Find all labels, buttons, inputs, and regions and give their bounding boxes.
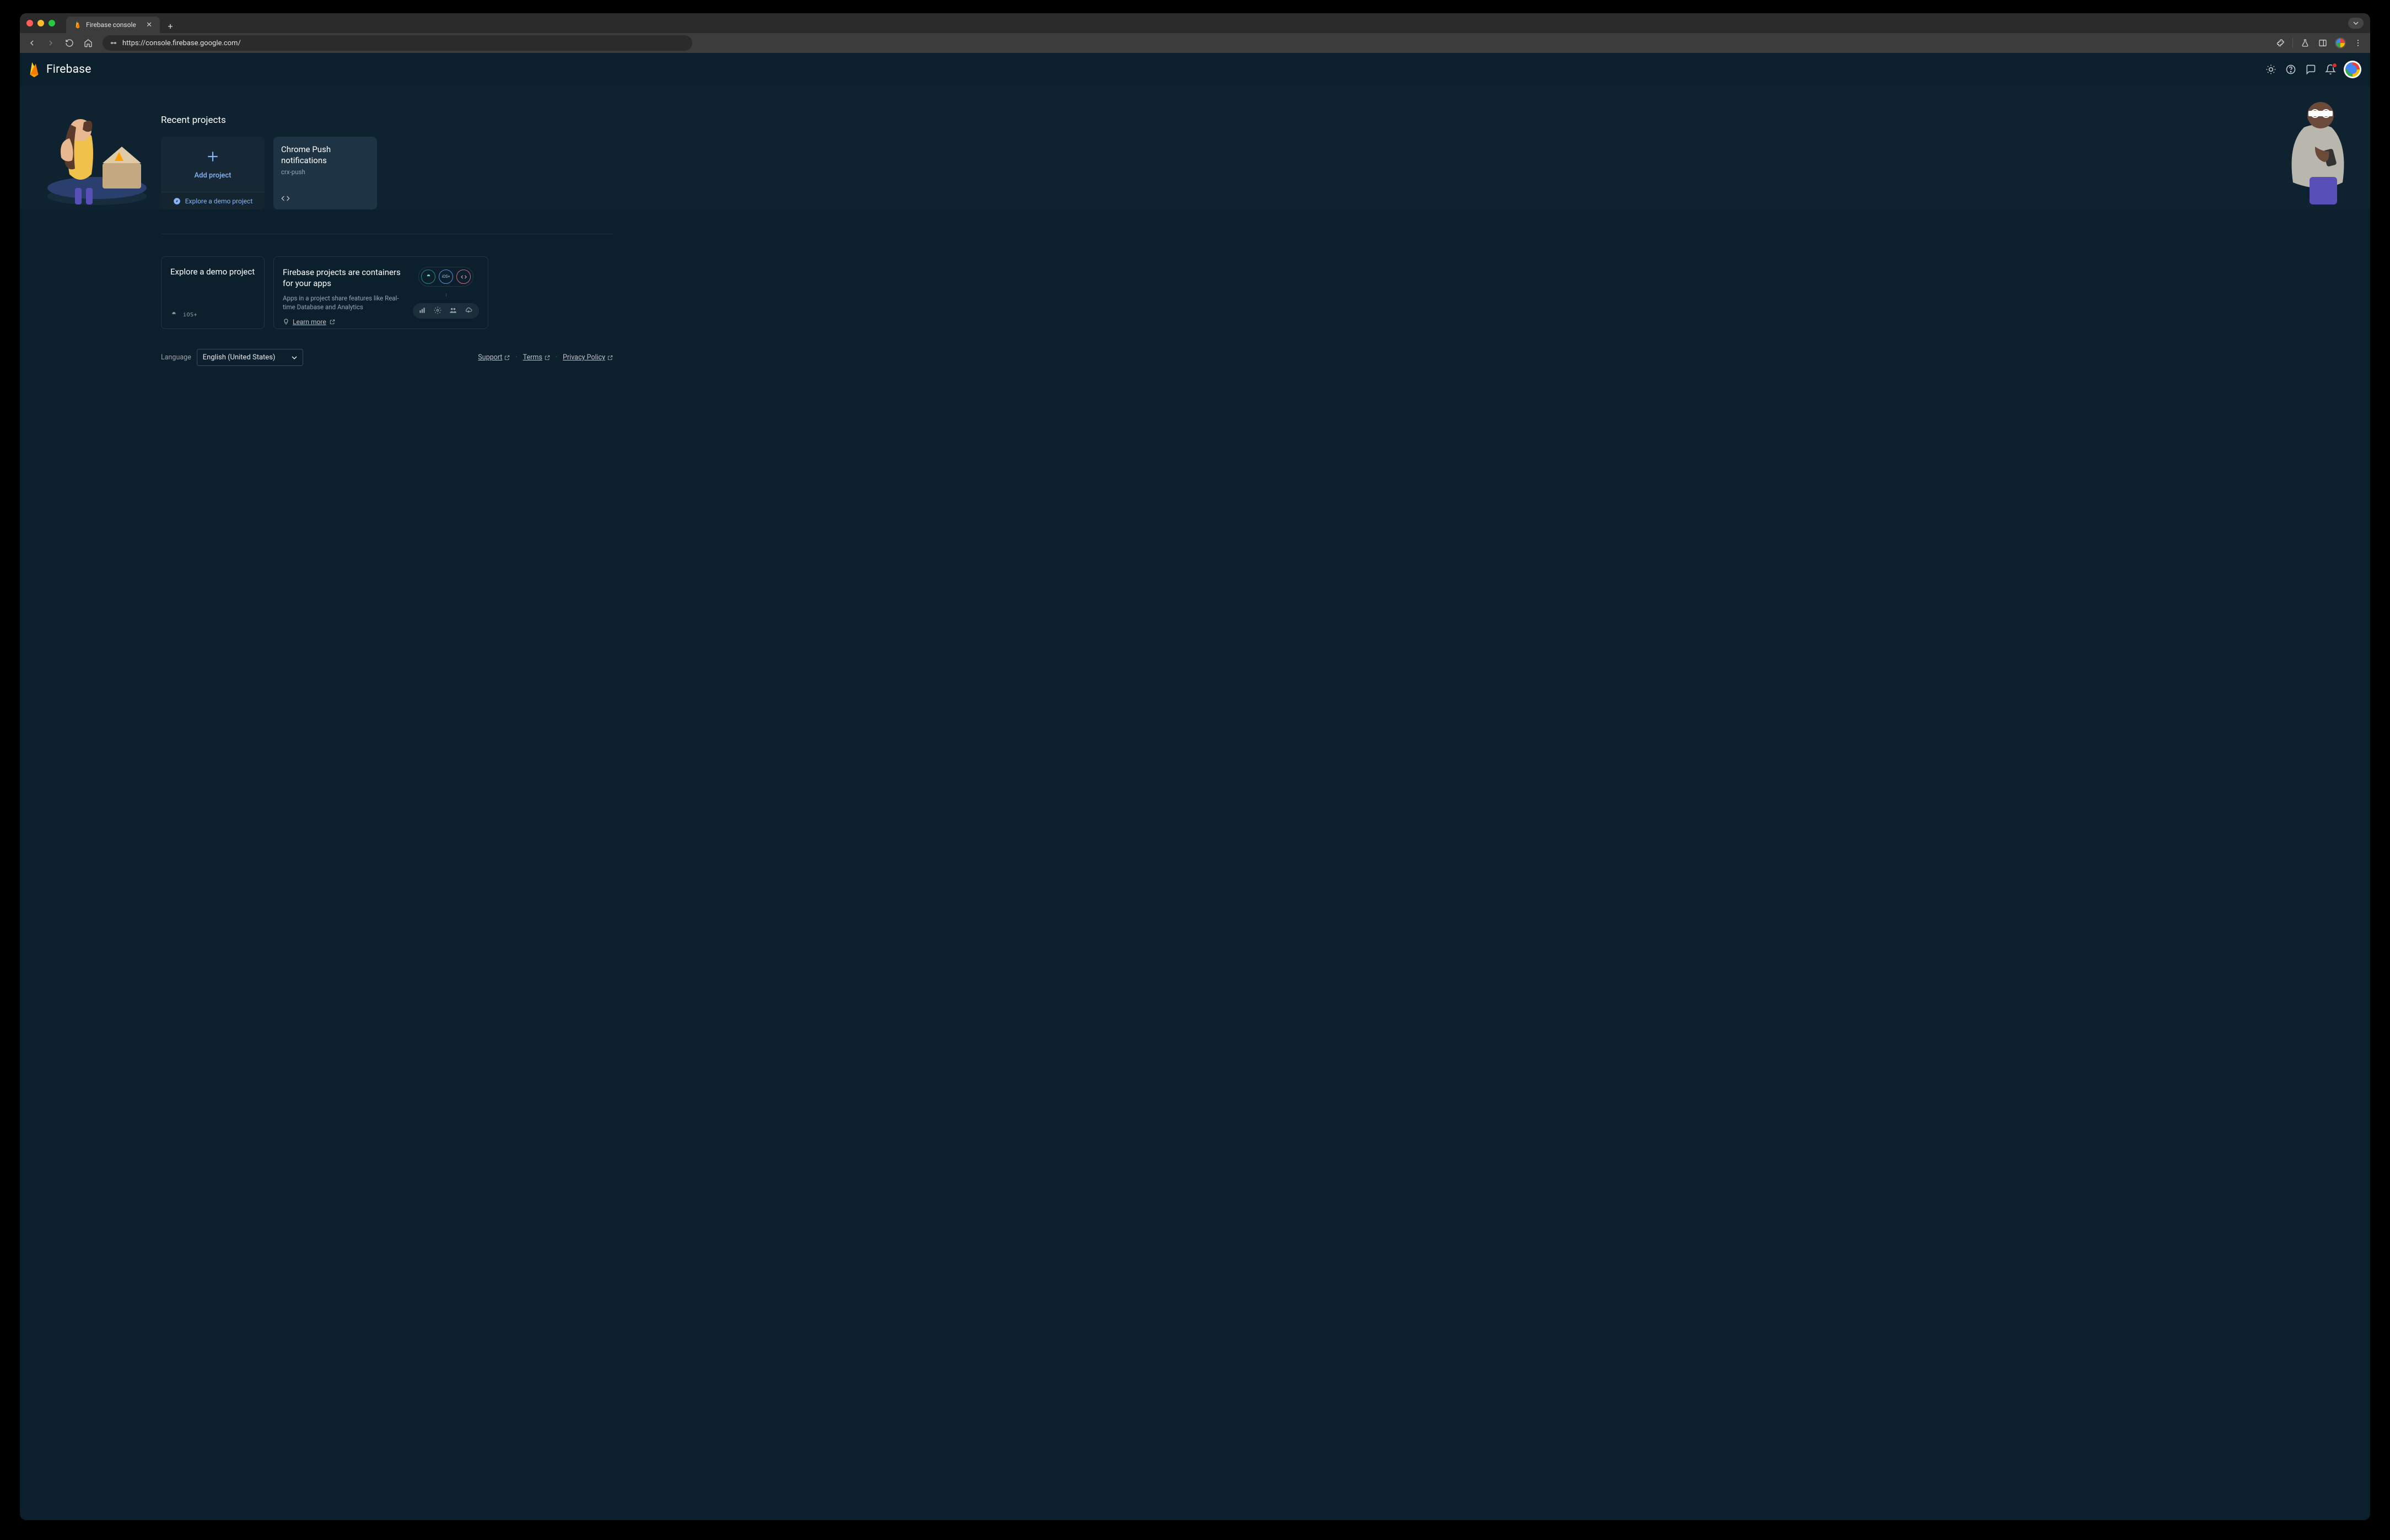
tab-close-button[interactable]: ✕ [146,21,152,29]
compass-icon [173,197,181,205]
minimize-window-button[interactable] [37,20,44,26]
address-bar[interactable]: https://console.firebase.google.com/ [103,35,692,51]
features-pill [413,303,479,319]
home-button[interactable] [80,35,96,51]
notifications-button[interactable] [2321,60,2340,79]
main-content: Recent projects Add project [161,86,613,388]
project-card[interactable]: Chrome Push notifications crx-push [273,137,377,209]
android-icon [170,311,177,319]
theme-toggle-button[interactable] [2261,60,2281,79]
hero-section: Recent projects Add project [20,86,2370,388]
new-tab-button[interactable]: + [163,19,177,33]
close-window-button[interactable] [26,20,33,26]
chrome-menu-button[interactable] [2350,35,2366,51]
people-icon [449,306,458,315]
fullscreen-window-button[interactable] [49,20,55,26]
explore-demo-link[interactable]: Explore a demo project [161,192,265,209]
external-link-icon [545,355,550,360]
forward-button[interactable] [43,35,58,51]
back-button[interactable] [24,35,40,51]
info-cards-row: Explore a demo project iOS+ Firebase pro… [161,256,613,329]
learn-more-link[interactable]: Learn more [283,318,402,326]
explore-demo-card-title: Explore a demo project [170,267,255,311]
hero-illustration-right [2282,94,2359,204]
ios-ring-icon: iOS+ [439,270,453,284]
android-ring-icon [421,270,435,284]
tab-title: Firebase console [86,21,136,29]
explore-demo-card[interactable]: Explore a demo project iOS+ [161,256,265,329]
explore-demo-label: Explore a demo project [185,197,253,205]
browser-window: Firebase console ✕ + https://console.fir [20,13,2370,1520]
recent-projects-title: Recent projects [161,115,613,126]
firebase-wordmark: Firebase [46,63,91,76]
app-header: Firebase [20,53,2370,86]
web-ring-icon [456,270,471,284]
firebase-favicon-icon [74,21,82,29]
add-project-card: Add project Explore a demo project [161,137,265,209]
url-text: https://console.firebase.google.com/ [122,39,241,47]
privacy-link-label: Privacy Policy [563,353,605,362]
project-cards-row: Add project Explore a demo project Chrom… [161,137,613,209]
firebase-flame-icon [28,61,41,78]
browser-toolbar: https://console.firebase.google.com/ [20,33,2370,53]
account-avatar[interactable] [2344,61,2361,78]
add-project-button[interactable]: Add project [161,137,265,192]
tab-overflow-button[interactable] [2348,18,2364,29]
analytics-icon [418,306,427,315]
firebase-logo[interactable]: Firebase [28,61,91,78]
add-project-label: Add project [195,171,232,180]
containers-card-title: Firebase projects are containers for you… [283,267,402,289]
language-value: English (United States) [203,353,276,362]
lightbulb-icon [283,319,289,325]
profile-button[interactable] [2333,35,2348,51]
browser-tab-active[interactable]: Firebase console ✕ [66,17,160,33]
help-button[interactable] [2281,60,2301,79]
cloud-icon [465,306,473,315]
firebase-console-app: Firebase [20,53,2370,1520]
external-link-icon [330,319,335,325]
containers-info-card: Firebase projects are containers for you… [273,256,488,329]
window-controls [26,20,55,26]
site-info-icon[interactable] [109,39,118,47]
external-link-icon [607,355,613,360]
language-select[interactable]: English (United States) [197,349,304,366]
terms-link-label: Terms [523,353,542,362]
project-id: crx-push [281,168,369,176]
plus-icon [206,149,220,164]
platforms-pill: iOS+ [418,267,473,287]
containers-diagram: iOS+ [413,267,479,319]
page-footer: Language English (United States) Support… [161,349,613,388]
privacy-link[interactable]: Privacy Policy [563,353,613,362]
reload-button[interactable] [62,35,77,51]
containers-card-subtitle: Apps in a project share features like Re… [283,294,402,311]
language-label: Language [161,353,191,362]
ios-icon: iOS+ [183,312,197,318]
support-link-label: Support [478,353,502,362]
docs-button[interactable] [2301,60,2321,79]
terms-link[interactable]: Terms [523,353,550,362]
project-name: Chrome Push notifications [281,144,369,166]
explore-demo-platforms: iOS+ [170,311,255,319]
support-link[interactable]: Support [478,353,510,362]
titlebar: Firebase console ✕ + [20,13,2370,33]
tab-strip: Firebase console ✕ + [66,13,177,33]
learn-more-label: Learn more [293,318,326,326]
footer-links: Support · Terms · Privacy Policy [478,353,613,362]
side-panel-button[interactable] [2315,35,2330,51]
external-link-icon [504,355,510,360]
labs-button[interactable] [2297,35,2313,51]
hero-illustration-left [31,97,152,207]
toolbar-separator [2292,38,2293,48]
extensions-button[interactable] [2273,35,2288,51]
settings-icon [434,306,443,315]
chevron-down-icon [292,355,297,360]
web-platform-icon [281,194,290,203]
